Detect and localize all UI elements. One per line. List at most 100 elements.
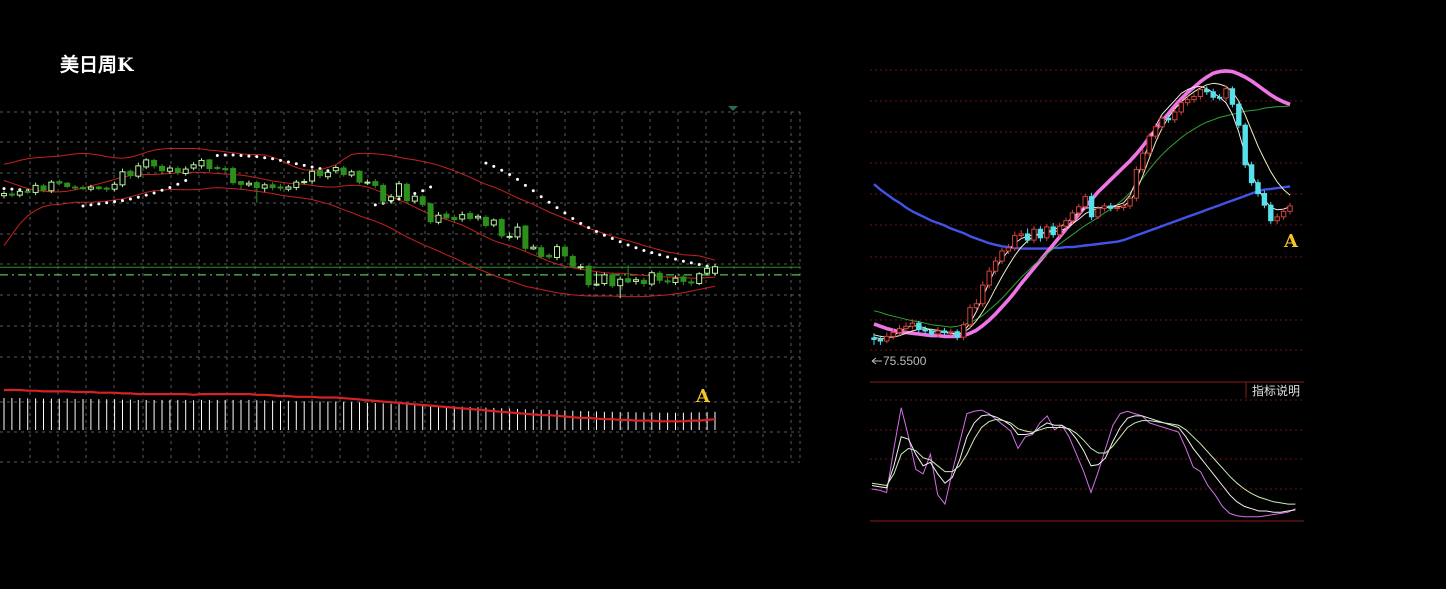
right-candle-body	[1268, 204, 1274, 222]
candle	[356, 170, 363, 185]
candle-body	[475, 215, 481, 219]
candle	[119, 168, 126, 188]
sar-dot	[105, 201, 109, 205]
sar-dot	[484, 161, 488, 165]
right-candle-body	[1152, 126, 1159, 137]
candle-body	[230, 168, 237, 184]
right-candle-body	[1101, 205, 1108, 209]
right-candle	[1095, 205, 1101, 220]
candle	[482, 215, 489, 228]
sar-dot	[689, 261, 693, 265]
right-candle-body	[1197, 89, 1204, 97]
right-candle	[1146, 132, 1152, 157]
candle-body	[664, 280, 671, 283]
right-candle-body	[1088, 196, 1095, 218]
candle-body	[340, 167, 347, 176]
candle-body	[214, 166, 221, 169]
candle-body	[253, 182, 260, 189]
candle-body	[388, 196, 395, 202]
right-candle-body	[1056, 225, 1063, 236]
sar-dot	[429, 185, 433, 189]
sar-dot	[492, 164, 496, 168]
candle	[554, 243, 560, 261]
right-candle-body	[1242, 124, 1248, 166]
right-candle	[1088, 192, 1095, 220]
candle-body	[1, 193, 7, 197]
right-candle-body	[916, 322, 922, 330]
candle	[427, 202, 434, 224]
right-candle	[967, 304, 973, 328]
right-candle-body	[909, 322, 916, 327]
sar-dot	[121, 199, 124, 203]
candle-body	[704, 267, 711, 274]
right-candle	[1140, 149, 1146, 173]
chart-stage: 美日周K A 75.5500 指标说明 A	[0, 0, 1446, 589]
sar-dot	[642, 248, 646, 252]
right-candle-body	[1229, 88, 1236, 105]
right-candle-body	[1140, 152, 1146, 170]
sar-dot	[89, 203, 93, 207]
candle-body	[364, 181, 371, 184]
right-candle-body	[877, 338, 884, 342]
candle-body	[293, 181, 300, 189]
candle-body	[222, 168, 229, 171]
sar-dot	[310, 165, 314, 169]
sar-dot	[152, 191, 156, 195]
candle-body	[561, 246, 568, 257]
candle-body	[245, 182, 252, 186]
candle-body	[48, 181, 55, 192]
candle-body	[301, 181, 308, 184]
sar-dot	[579, 221, 583, 225]
chart-title: 美日周K	[60, 53, 135, 76]
candle-body	[72, 186, 79, 189]
right-candle-body	[1223, 88, 1229, 99]
sar-dot	[516, 177, 519, 181]
candle-body	[593, 283, 600, 286]
sar-dot	[286, 160, 290, 164]
candle-body	[648, 272, 655, 285]
right-candle-body	[967, 307, 973, 326]
candle-body	[656, 272, 663, 281]
candle-body	[577, 266, 584, 269]
right-candle	[1242, 122, 1248, 168]
right-candle-body	[1165, 117, 1172, 121]
sar-dot	[421, 189, 425, 193]
candle-body	[640, 279, 647, 285]
right-candle-body	[1204, 89, 1210, 93]
sar-dot	[239, 154, 243, 158]
candle-body	[403, 183, 410, 202]
right-candle-body	[1274, 216, 1280, 222]
sar-dot	[160, 188, 164, 192]
right-candle-body	[1024, 233, 1031, 241]
candle-body	[309, 170, 316, 182]
candle-body	[696, 273, 703, 285]
candle-body	[277, 186, 284, 189]
right-candle-body	[999, 250, 1005, 262]
candle	[380, 183, 387, 204]
price-label-text: 75.5500	[883, 354, 927, 368]
sar-dot	[618, 240, 622, 244]
sar-dot	[681, 259, 685, 263]
candle-body	[569, 255, 576, 267]
sar-dot	[247, 154, 251, 158]
right-candle-body	[935, 330, 941, 335]
right-candle-body	[1108, 205, 1114, 209]
indicator-help-button[interactable]: 指标说明	[1245, 382, 1300, 398]
sar-dot	[595, 229, 598, 233]
sar-dot	[587, 226, 591, 230]
sar-dot	[602, 233, 606, 237]
right-candle-body	[973, 303, 980, 309]
candle-body	[206, 159, 213, 170]
sar-dot	[634, 246, 638, 250]
marker-a-left: A	[695, 386, 711, 407]
right-candle-body	[1069, 212, 1076, 222]
right-candle-body	[1127, 197, 1133, 207]
right-candle-body	[1287, 205, 1293, 212]
candle-body	[285, 186, 292, 190]
candle-body	[435, 214, 442, 223]
sar-dot	[263, 156, 267, 160]
candle-body	[601, 274, 608, 285]
right-candle-body	[1005, 247, 1012, 252]
right-candle-body	[980, 284, 986, 305]
right-candle-body	[1172, 111, 1178, 121]
